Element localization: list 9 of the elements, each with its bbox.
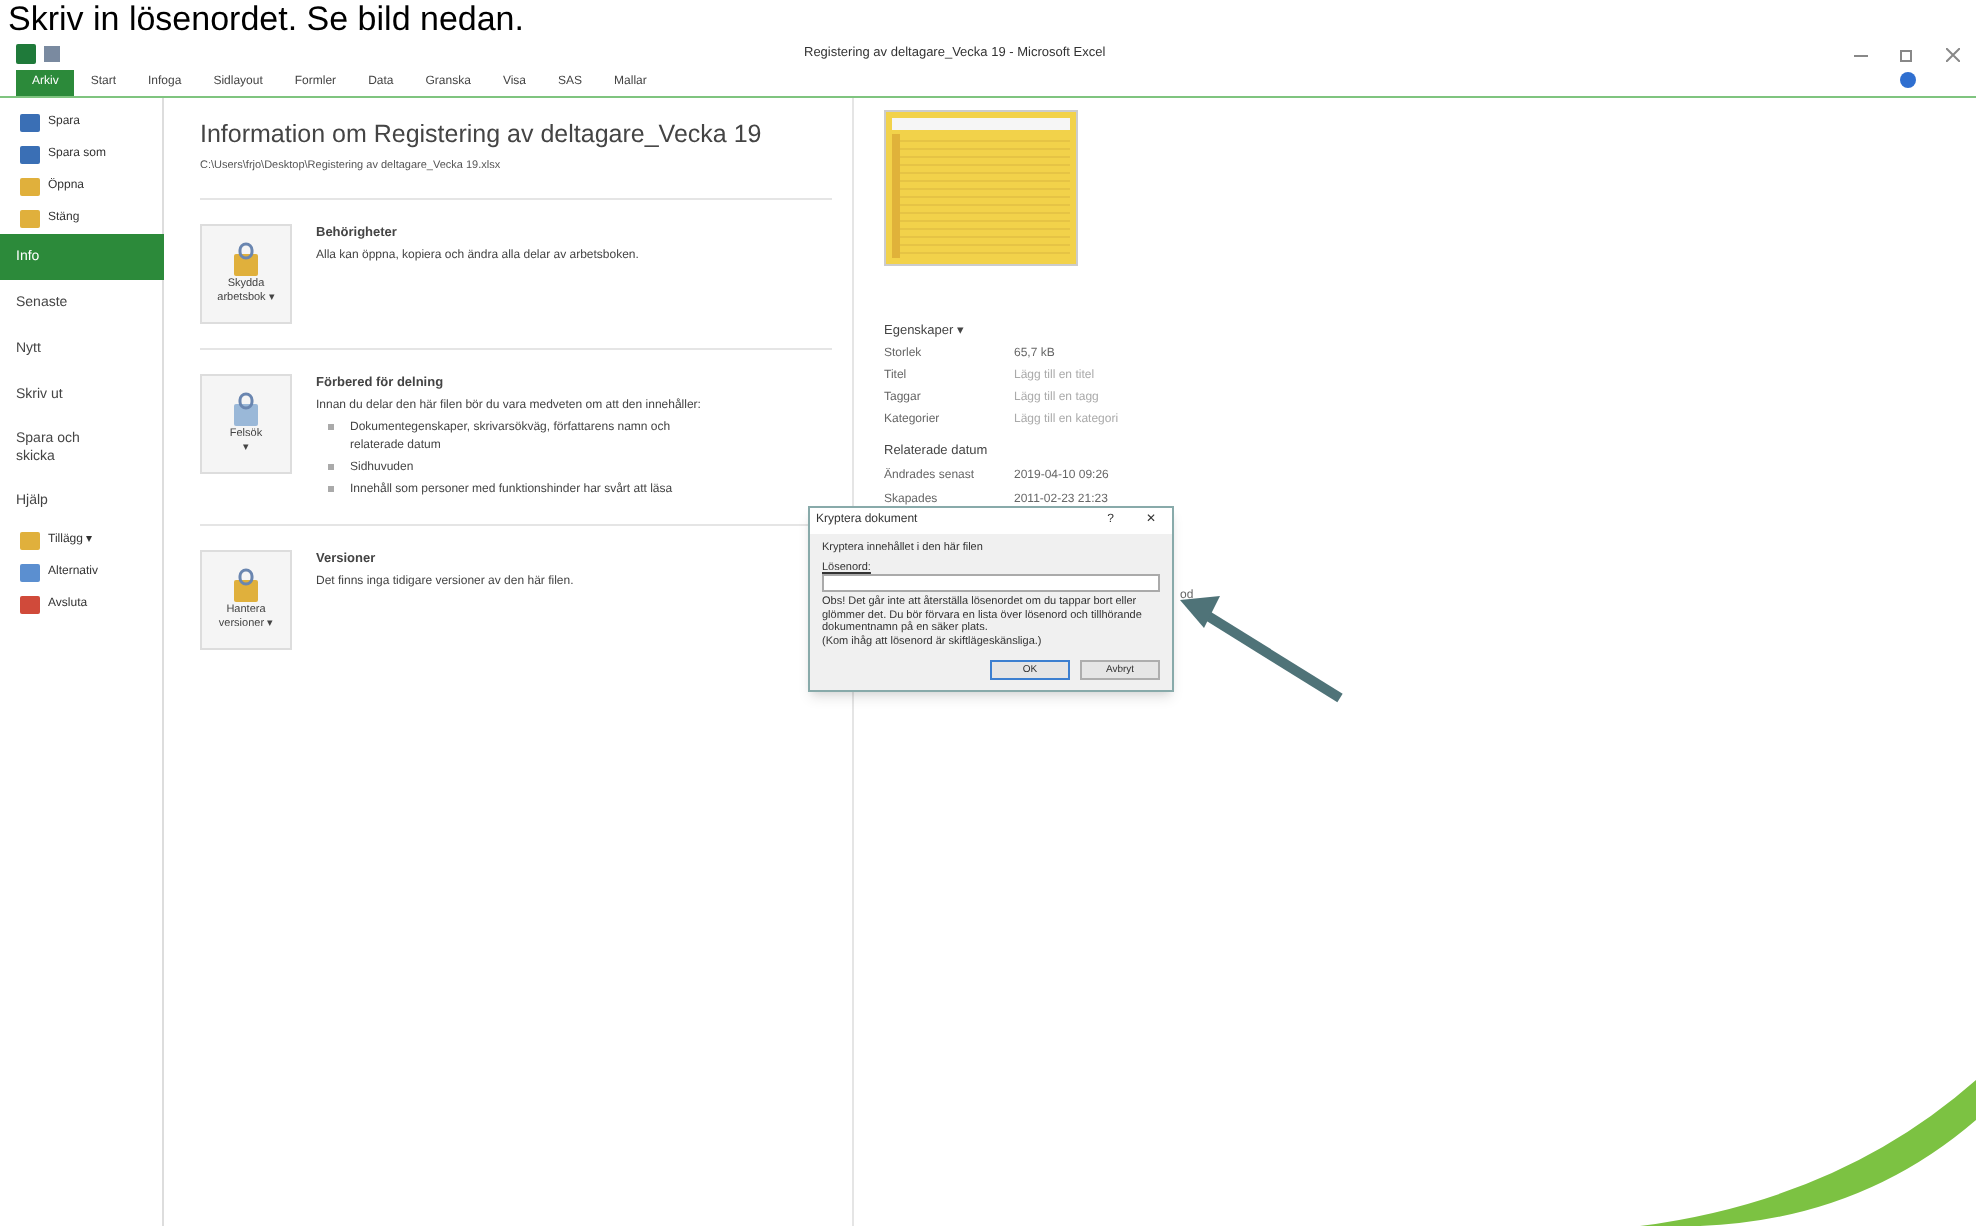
bullet-icon [328, 463, 334, 470]
restore-icon[interactable] [1900, 47, 1914, 61]
info-title: Information om Registering av deltagare_Vecka 19 [200, 118, 764, 152]
lock-icon [228, 242, 264, 278]
close-icon[interactable] [1946, 47, 1960, 61]
caption: Skriv in lösenordet. Se bild nedan. [6, 0, 526, 38]
bullet-icon [328, 485, 334, 492]
bullet-icon [328, 423, 334, 430]
password-field[interactable] [822, 574, 1160, 592]
